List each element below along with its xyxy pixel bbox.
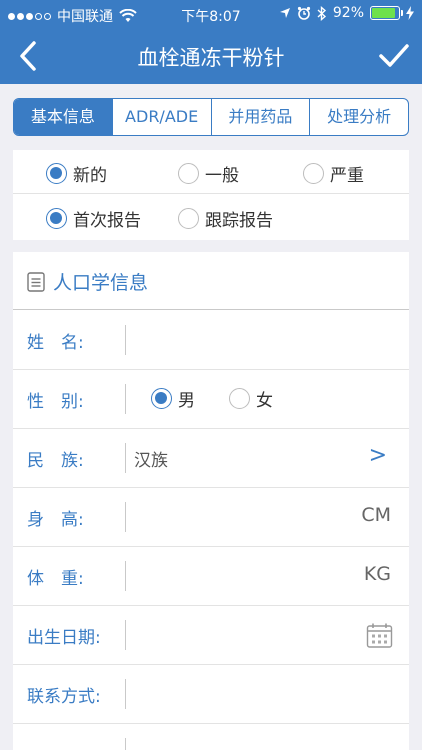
ethnicity-value: 汉族 [134,451,168,471]
segmented-tabs: 基本信息 ADR/ADE 并用药品 处理分析 [13,98,409,136]
page-title: 血栓通冻干粉针 [137,46,285,70]
radio-checked-icon [46,208,67,229]
field-contact[interactable]: 联系方式: [13,665,409,724]
calendar-icon[interactable] [366,622,393,649]
status-right: 92% [279,5,414,21]
alarm-clock-icon [297,6,310,20]
radio-label: 一般 [205,166,239,186]
header: 中国联通 下午8:07 92% 血栓通冻干粉针 [0,0,422,84]
field-weight[interactable]: 体 重: KG [13,547,409,606]
radio-label: 跟踪报告 [205,211,273,231]
radio-label: 首次报告 [73,211,141,231]
radio-unchecked-icon [178,208,199,229]
battery-percent: 92% [332,5,364,21]
field-divider [125,502,126,532]
demographics-card: 人口学信息 姓 名: 性 别: 男 女 民 族: 汉族 > 身 高: CM 体 … [13,252,409,750]
radio-general[interactable]: 一般 [178,161,239,186]
field-label: 性 别: [27,392,84,412]
radio-label: 男 [178,391,195,411]
radio-new[interactable]: 新的 [46,161,107,186]
field-ethnicity[interactable]: 民 族: 汉族 > [13,429,409,488]
radio-checked-icon [151,388,172,409]
field-label: 身 高: [27,510,84,530]
radio-serious[interactable]: 严重 [303,161,364,186]
field-label: 出生日期: [27,628,101,648]
location-arrow-icon [279,8,290,18]
field-name[interactable]: 姓 名: [13,311,409,370]
field-birthdate[interactable]: 出生日期: [13,606,409,665]
tab-adr-ade[interactable]: ADR/ADE [111,99,211,135]
radio-unchecked-icon [229,388,250,409]
charging-bolt-icon [406,6,414,20]
radio-label: 女 [256,391,273,411]
radio-checked-icon [46,163,67,184]
bluetooth-icon [317,5,326,21]
section-title: 人口学信息 [53,272,149,294]
radio-male[interactable]: 男 [151,386,195,411]
chevron-right-icon[interactable]: > [369,443,387,468]
field-divider [125,325,126,355]
document-list-icon [27,272,45,292]
field-divider [125,738,126,750]
report-type-radio-group: 首次报告 跟踪报告 [13,195,409,239]
tab-handling-analysis[interactable]: 处理分析 [309,99,408,135]
severity-radio-group: 新的 一般 严重 [13,150,409,194]
field-label: 民 族: [27,451,84,471]
radio-label: 严重 [330,166,364,186]
field-divider [125,384,126,414]
field-gender: 性 别: 男 女 [13,370,409,429]
navigation-bar: 血栓通冻干粉针 [0,30,422,84]
battery-level [372,8,395,18]
section-header: 人口学信息 [13,252,409,310]
weight-unit: KG [363,563,391,585]
radio-first-report[interactable]: 首次报告 [46,206,141,231]
confirm-checkmark-button[interactable] [378,40,410,72]
field-label: 联系方式: [27,687,101,707]
radio-follow-up-report[interactable]: 跟踪报告 [178,206,273,231]
battery-icon [370,6,403,20]
field-divider [125,620,126,650]
radio-label: 新的 [73,166,107,186]
tab-basic-info[interactable]: 基本信息 [14,99,112,135]
field-label: 体 重: [27,569,84,589]
tab-concomitant-drugs[interactable]: 并用药品 [210,99,310,135]
field-divider [125,443,126,473]
report-options-card: 新的 一般 严重 首次报告 跟踪报告 [13,150,409,240]
field-label: 姓 名: [27,333,84,353]
field-height[interactable]: 身 高: CM [13,488,409,547]
radio-unchecked-icon [303,163,324,184]
status-bar: 中国联通 下午8:07 92% [0,0,422,30]
radio-unchecked-icon [178,163,199,184]
height-unit: CM [361,504,391,526]
field-divider [125,561,126,591]
radio-female[interactable]: 女 [229,386,273,411]
field-partial-next [13,724,409,750]
field-divider [125,679,126,709]
